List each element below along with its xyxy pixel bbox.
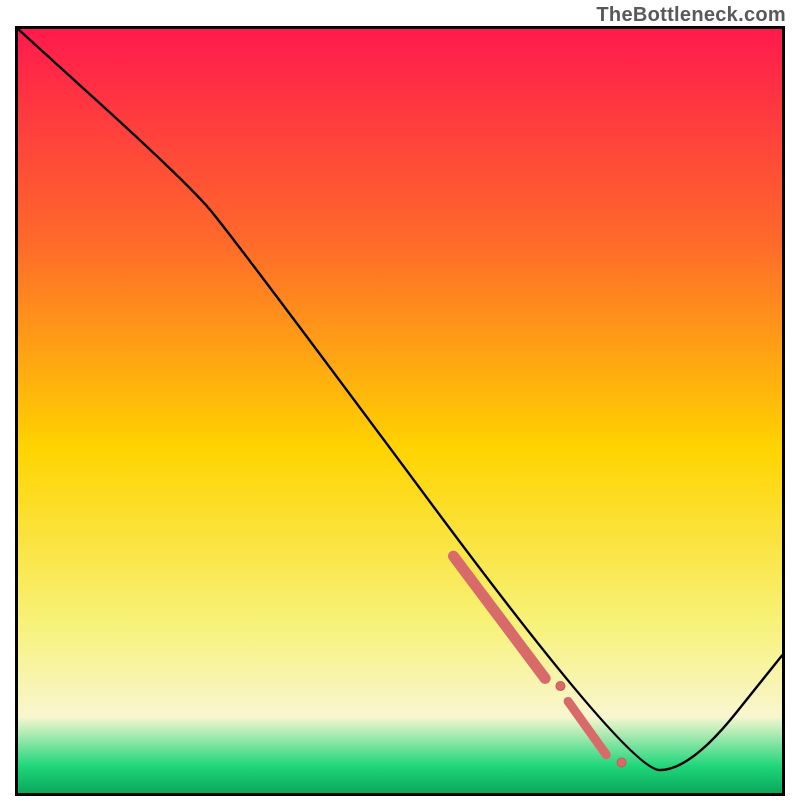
highlight-points (556, 682, 626, 767)
bottleneck-curve (18, 29, 782, 770)
plot-foreground (18, 29, 782, 793)
chart-stage: TheBottleneck.com (0, 0, 800, 800)
highlight-point (556, 682, 565, 691)
plot-frame (15, 26, 785, 796)
highlight-segments (453, 556, 606, 755)
highlight-segment (568, 701, 606, 754)
highlight-segment (453, 556, 545, 678)
highlight-point (617, 758, 626, 767)
watermark-label: TheBottleneck.com (596, 4, 786, 27)
